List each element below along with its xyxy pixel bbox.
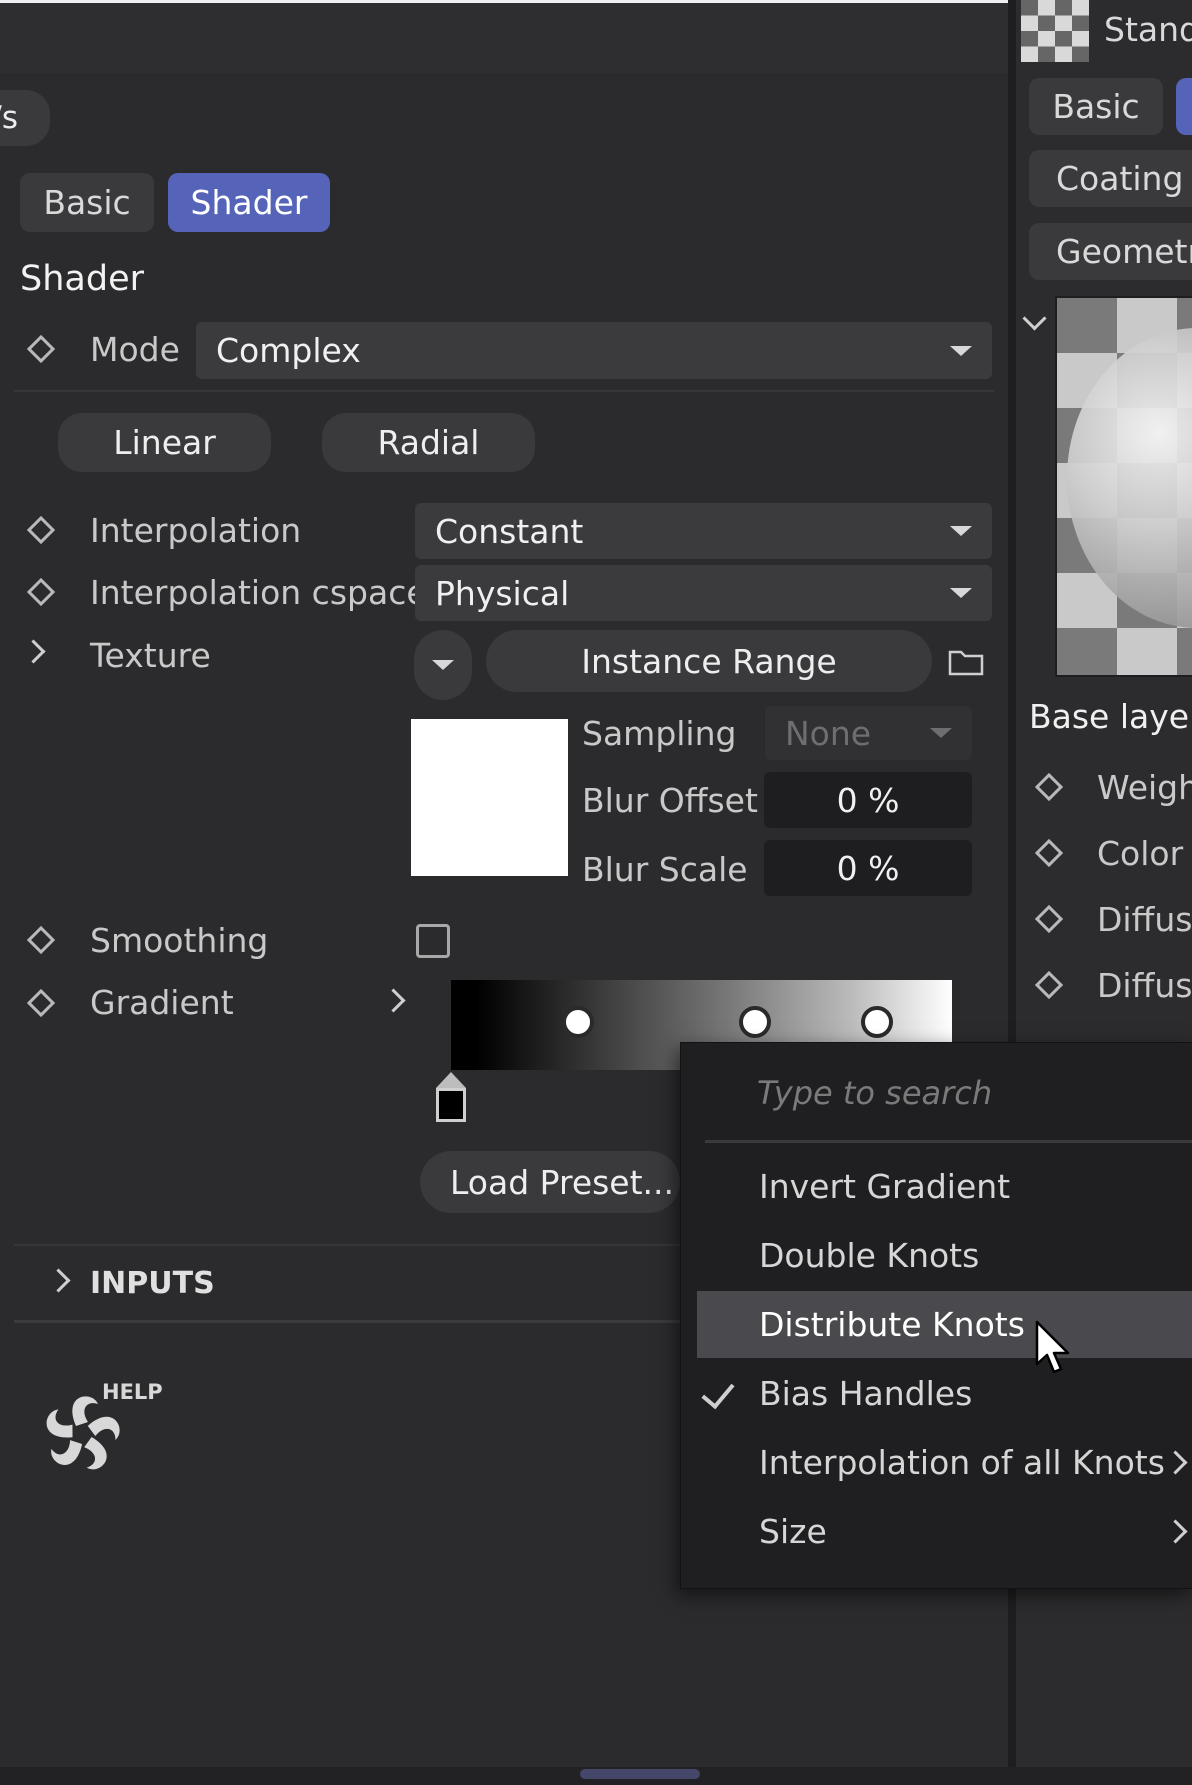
interpolation-label: Interpolation xyxy=(90,511,302,550)
partial-toolbar-label: /s xyxy=(0,100,18,136)
inputs-section-header[interactable]: INPUTS xyxy=(90,1266,215,1301)
right-tab-geometry-label: Geometr xyxy=(1056,232,1192,271)
checkmark-icon xyxy=(701,1374,735,1410)
blur-offset-value: 0 % xyxy=(836,780,900,820)
menu-item-bias-handles[interactable]: Bias Handles xyxy=(697,1360,1192,1427)
smoothing-label: Smoothing xyxy=(90,921,269,960)
menu-item-label: Invert Gradient xyxy=(759,1167,1011,1206)
blur-scale-label: Blur Scale xyxy=(582,850,748,889)
mode-label: Mode xyxy=(90,330,180,369)
tab-basic[interactable]: Basic xyxy=(20,173,154,232)
blur-offset-field[interactable]: 0 % xyxy=(764,772,972,828)
chevron-down-icon xyxy=(930,728,952,738)
gradient-handle-marker[interactable] xyxy=(436,1072,466,1088)
instance-range-label: Instance Range xyxy=(581,641,837,681)
gradient-knot[interactable] xyxy=(562,1006,594,1038)
right-tab-active[interactable] xyxy=(1176,78,1192,135)
divider xyxy=(14,390,994,392)
chevron-right-icon xyxy=(1163,1449,1188,1475)
menu-item-double-knots[interactable]: Double Knots xyxy=(697,1222,1192,1289)
interpolation-cspace-dropdown[interactable]: Physical xyxy=(415,565,992,621)
tab-basic-label: Basic xyxy=(43,183,131,222)
menu-divider xyxy=(705,1140,1192,1143)
chevron-down-icon xyxy=(950,526,972,536)
base-layer-title: Base layer xyxy=(1029,697,1192,736)
sampling-label: Sampling xyxy=(582,714,737,753)
texture-options-button[interactable] xyxy=(414,630,472,700)
menu-item-label: Distribute Knots xyxy=(759,1305,1025,1344)
menu-item-label: Double Knots xyxy=(759,1236,980,1275)
right-tab-coating[interactable]: Coating l xyxy=(1029,150,1192,207)
material-thumbnail[interactable] xyxy=(1021,0,1089,62)
gradient-handle[interactable] xyxy=(436,1088,466,1122)
blur-scale-value: 0 % xyxy=(836,848,900,888)
right-tab-basic-label: Basic xyxy=(1052,87,1140,126)
mode-dropdown[interactable]: Complex xyxy=(196,322,992,379)
gradient-knot[interactable] xyxy=(739,1006,771,1038)
interpolation-dropdown[interactable]: Constant xyxy=(415,503,992,559)
interpolation-cspace-value: Physical xyxy=(435,573,570,613)
radial-label: Radial xyxy=(377,423,480,462)
bottom-scrollbar[interactable] xyxy=(0,1767,1192,1785)
section-title: Shader xyxy=(20,259,144,299)
menu-item-distribute-knots[interactable]: Distribute Knots xyxy=(697,1291,1192,1358)
partial-toolbar-button[interactable]: /s xyxy=(0,90,50,146)
interpolation-cspace-label: Interpolation cspace xyxy=(90,573,427,612)
preview-sphere xyxy=(1067,328,1192,628)
texture-label: Texture xyxy=(90,636,211,675)
right-param-weight: Weigh xyxy=(1097,768,1192,807)
radial-button[interactable]: Radial xyxy=(322,413,535,472)
right-param-diffuse: Diffuse xyxy=(1097,900,1192,939)
right-param-color: Color xyxy=(1097,834,1184,873)
tab-shader[interactable]: Shader xyxy=(168,173,330,232)
texture-preview[interactable] xyxy=(411,719,568,876)
right-tab-geometry[interactable]: Geometr xyxy=(1029,223,1192,280)
scroll-thumb[interactable] xyxy=(580,1769,700,1779)
gradient-knot[interactable] xyxy=(861,1006,893,1038)
chevron-down-icon xyxy=(950,345,972,356)
load-preset-button[interactable]: Load Preset... xyxy=(420,1151,680,1213)
folder-icon[interactable] xyxy=(948,648,984,676)
mode-value: Complex xyxy=(216,331,361,370)
material-title: Stand xyxy=(1104,10,1192,49)
chevron-right-icon xyxy=(1163,1518,1188,1544)
sampling-dropdown[interactable]: None xyxy=(765,706,972,760)
right-param-diffuse-2: Diffuse xyxy=(1097,966,1192,1005)
menu-item-invert-gradient[interactable]: Invert Gradient xyxy=(697,1153,1192,1220)
load-preset-label: Load Preset... xyxy=(450,1162,675,1202)
top-bar xyxy=(0,0,1010,77)
chevron-down-icon xyxy=(432,660,454,670)
menu-item-interpolation-all-knots[interactable]: Interpolation of all Knots xyxy=(697,1429,1192,1496)
linear-button[interactable]: Linear xyxy=(58,413,271,472)
instance-range-button[interactable]: Instance Range xyxy=(486,630,932,692)
mouse-cursor-icon xyxy=(1034,1320,1074,1378)
interpolation-value: Constant xyxy=(435,511,584,551)
linear-label: Linear xyxy=(113,423,216,462)
menu-search-input[interactable]: Type to search xyxy=(757,1074,992,1112)
gradient-label: Gradient xyxy=(90,983,234,1022)
menu-item-label: Bias Handles xyxy=(759,1374,973,1413)
material-preview[interactable] xyxy=(1055,296,1192,677)
right-tab-coating-label: Coating l xyxy=(1056,159,1192,198)
blur-scale-field[interactable]: 0 % xyxy=(764,840,972,896)
sampling-value: None xyxy=(785,713,872,753)
menu-item-label: Size xyxy=(759,1512,827,1551)
blur-offset-label: Blur Offset xyxy=(582,781,758,820)
tab-shader-label: Shader xyxy=(190,183,308,222)
menu-item-size[interactable]: Size xyxy=(697,1498,1192,1565)
right-tab-basic[interactable]: Basic xyxy=(1029,78,1163,135)
smoothing-checkbox[interactable] xyxy=(416,924,450,958)
help-label[interactable]: HELP xyxy=(102,1380,163,1404)
chevron-down-icon xyxy=(950,588,972,598)
menu-item-label: Interpolation of all Knots xyxy=(759,1443,1165,1482)
